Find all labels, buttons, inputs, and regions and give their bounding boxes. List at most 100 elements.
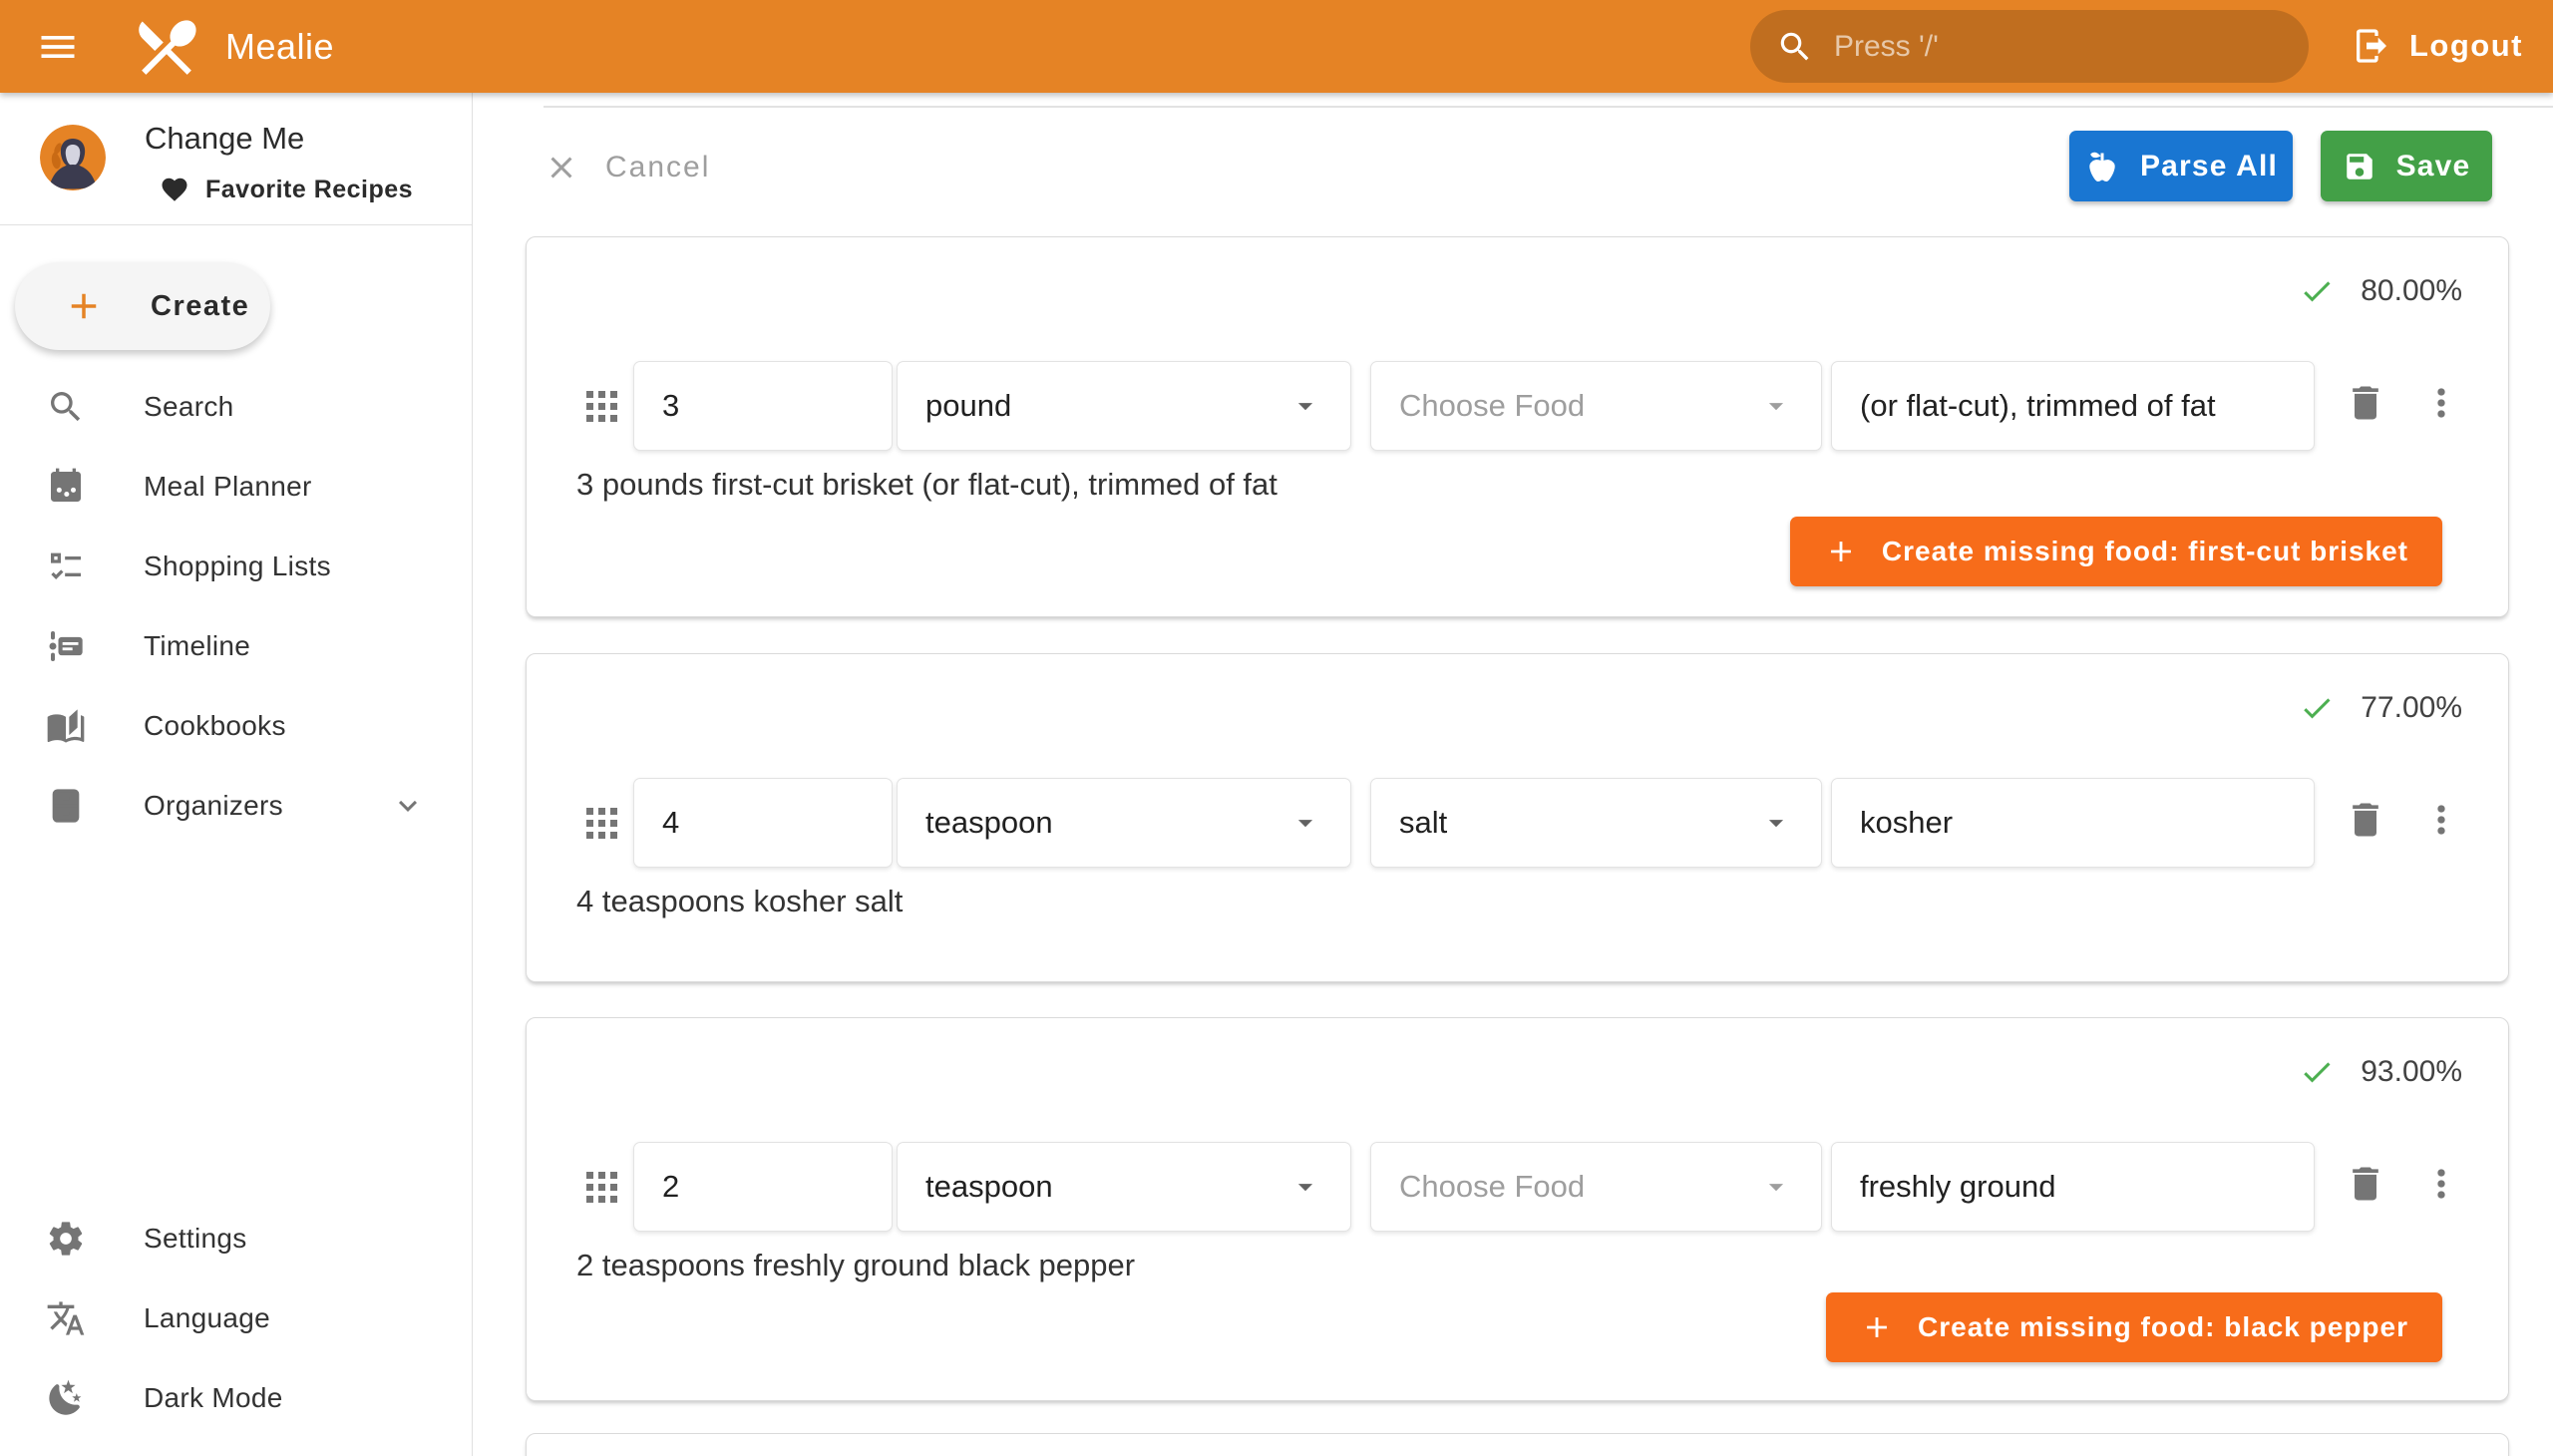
- sidebar-item-label: Meal Planner: [144, 471, 312, 503]
- cancel-button[interactable]: Cancel: [544, 135, 710, 200]
- user-name: Change Me: [145, 121, 304, 157]
- sidebar-item-label: Dark Mode: [144, 1382, 283, 1414]
- ingredient-input-row: teaspoon salt: [527, 778, 2508, 868]
- sidebar-divider: [0, 224, 472, 225]
- plus-icon: [63, 285, 105, 327]
- note-input[interactable]: [1860, 805, 2286, 841]
- quantity-input[interactable]: [662, 805, 864, 841]
- logout-label: Logout: [2409, 28, 2523, 64]
- sidebar-item-meal-planner[interactable]: Meal Planner: [0, 447, 472, 527]
- check-icon: [2299, 273, 2335, 309]
- delete-button[interactable]: [2344, 1162, 2387, 1206]
- apple-icon: [2084, 149, 2120, 184]
- mealie-app: Mealie Logout: [0, 0, 2553, 1456]
- sidebar-item-search[interactable]: Search: [0, 367, 472, 447]
- create-label: Create: [151, 290, 249, 323]
- sidebar-item-timeline[interactable]: Timeline: [0, 606, 472, 686]
- parse-all-button[interactable]: Parse All: [2069, 131, 2293, 201]
- quantity-field: [633, 778, 893, 868]
- more-options-button[interactable]: [2419, 381, 2463, 425]
- create-missing-food-label: Create missing food: first-cut brisket: [1882, 536, 2408, 567]
- ingredient-input-row: pound Choose Food: [527, 361, 2508, 451]
- food-select[interactable]: Choose Food: [1370, 361, 1822, 451]
- quantity-field: [633, 1142, 893, 1232]
- drag-handle-icon[interactable]: [582, 387, 620, 425]
- menu-icon[interactable]: [28, 17, 88, 77]
- note-field: [1831, 361, 2315, 451]
- cabinet-icon: [38, 786, 94, 826]
- create-missing-food-button[interactable]: Create missing food: black pepper: [1826, 1292, 2442, 1362]
- food-placeholder: Choose Food: [1399, 1169, 1747, 1205]
- quantity-input[interactable]: [662, 388, 864, 424]
- food-placeholder: Choose Food: [1399, 388, 1747, 424]
- avatar[interactable]: [40, 125, 106, 190]
- delete-button[interactable]: [2344, 381, 2387, 425]
- search-input[interactable]: [1834, 30, 2253, 64]
- sidebar-item-shopping-lists[interactable]: Shopping Lists: [0, 527, 472, 606]
- book-open-icon: [38, 706, 94, 746]
- heart-icon: [160, 175, 189, 204]
- app-logo-icon: [130, 10, 203, 84]
- more-options-button[interactable]: [2419, 1162, 2463, 1206]
- user-block: Change Me Favorite Recipes: [0, 93, 472, 224]
- confidence-value: 77.00%: [2361, 691, 2462, 725]
- sidebar-item-label: Cookbooks: [144, 710, 286, 742]
- check-icon: [2299, 690, 2335, 726]
- parse-all-label: Parse All: [2140, 150, 2278, 183]
- sidebar: Change Me Favorite Recipes Create Search: [0, 93, 473, 1456]
- sidebar-item-cookbooks[interactable]: Cookbooks: [0, 686, 472, 766]
- note-field: [1831, 1142, 2315, 1232]
- confidence-value: 80.00%: [2361, 274, 2462, 308]
- global-search[interactable]: [1750, 10, 2309, 83]
- note-input[interactable]: [1860, 1169, 2286, 1205]
- logout-button[interactable]: Logout: [2352, 14, 2523, 78]
- confidence-value: 93.00%: [2361, 1055, 2462, 1089]
- favorite-recipes-link[interactable]: Favorite Recipes: [160, 175, 413, 204]
- sidebar-item-dark-mode[interactable]: Dark Mode: [0, 1358, 472, 1438]
- original-ingredient-text: 4 teaspoons kosher salt: [576, 884, 903, 919]
- search-icon: [1776, 28, 1814, 66]
- kebab-icon: [2419, 381, 2463, 425]
- food-select[interactable]: Choose Food: [1370, 1142, 1822, 1232]
- quantity-input[interactable]: [662, 1169, 864, 1205]
- create-button[interactable]: Create: [15, 262, 270, 350]
- sidebar-item-settings[interactable]: Settings: [0, 1199, 472, 1278]
- unit-value: pound: [925, 388, 1276, 424]
- sidebar-nav: Search Meal Planner: [0, 367, 472, 846]
- magnify-icon: [38, 387, 94, 427]
- original-ingredient-text: 2 teaspoons freshly ground black pepper: [576, 1248, 1135, 1283]
- content-top-divider: [544, 106, 2553, 108]
- ingredient-card: 80.00% pound Choose Food: [526, 236, 2509, 617]
- checklist-icon: [38, 546, 94, 586]
- hamburger-icon: [36, 25, 80, 69]
- delete-button[interactable]: [2344, 798, 2387, 842]
- drag-handle-icon[interactable]: [582, 1168, 620, 1206]
- save-icon: [2343, 150, 2376, 183]
- more-options-button[interactable]: [2419, 798, 2463, 842]
- menu-down-icon: [1288, 1170, 1322, 1204]
- close-icon: [544, 150, 579, 185]
- unit-select[interactable]: pound: [897, 361, 1351, 451]
- sidebar-item-organizers[interactable]: Organizers: [0, 766, 472, 846]
- unit-select[interactable]: teaspoon: [897, 778, 1351, 868]
- plus-icon: [1860, 1310, 1894, 1344]
- ingredient-card: 77.00% teaspoon salt: [526, 653, 2509, 982]
- favorite-recipes-label: Favorite Recipes: [205, 176, 413, 204]
- food-value: salt: [1399, 805, 1747, 841]
- food-select[interactable]: salt: [1370, 778, 1822, 868]
- trash-icon: [2344, 798, 2387, 842]
- drag-handle-icon[interactable]: [582, 804, 620, 842]
- unit-select[interactable]: teaspoon: [897, 1142, 1351, 1232]
- menu-down-icon: [1759, 389, 1793, 423]
- sidebar-item-label: Shopping Lists: [144, 550, 331, 582]
- logout-icon: [2352, 26, 2391, 66]
- save-button[interactable]: Save: [2321, 131, 2492, 201]
- top-app-bar: Mealie Logout: [0, 0, 2553, 93]
- original-ingredient-text: 3 pounds first-cut brisket (or flat-cut)…: [576, 467, 1277, 503]
- confidence-indicator: 93.00%: [2299, 1054, 2462, 1090]
- create-missing-food-button[interactable]: Create missing food: first-cut brisket: [1790, 517, 2442, 586]
- next-ingredient-card-partial: [526, 1433, 2509, 1456]
- sidebar-item-language[interactable]: Language: [0, 1278, 472, 1358]
- note-input[interactable]: [1860, 388, 2286, 424]
- trash-icon: [2344, 1162, 2387, 1206]
